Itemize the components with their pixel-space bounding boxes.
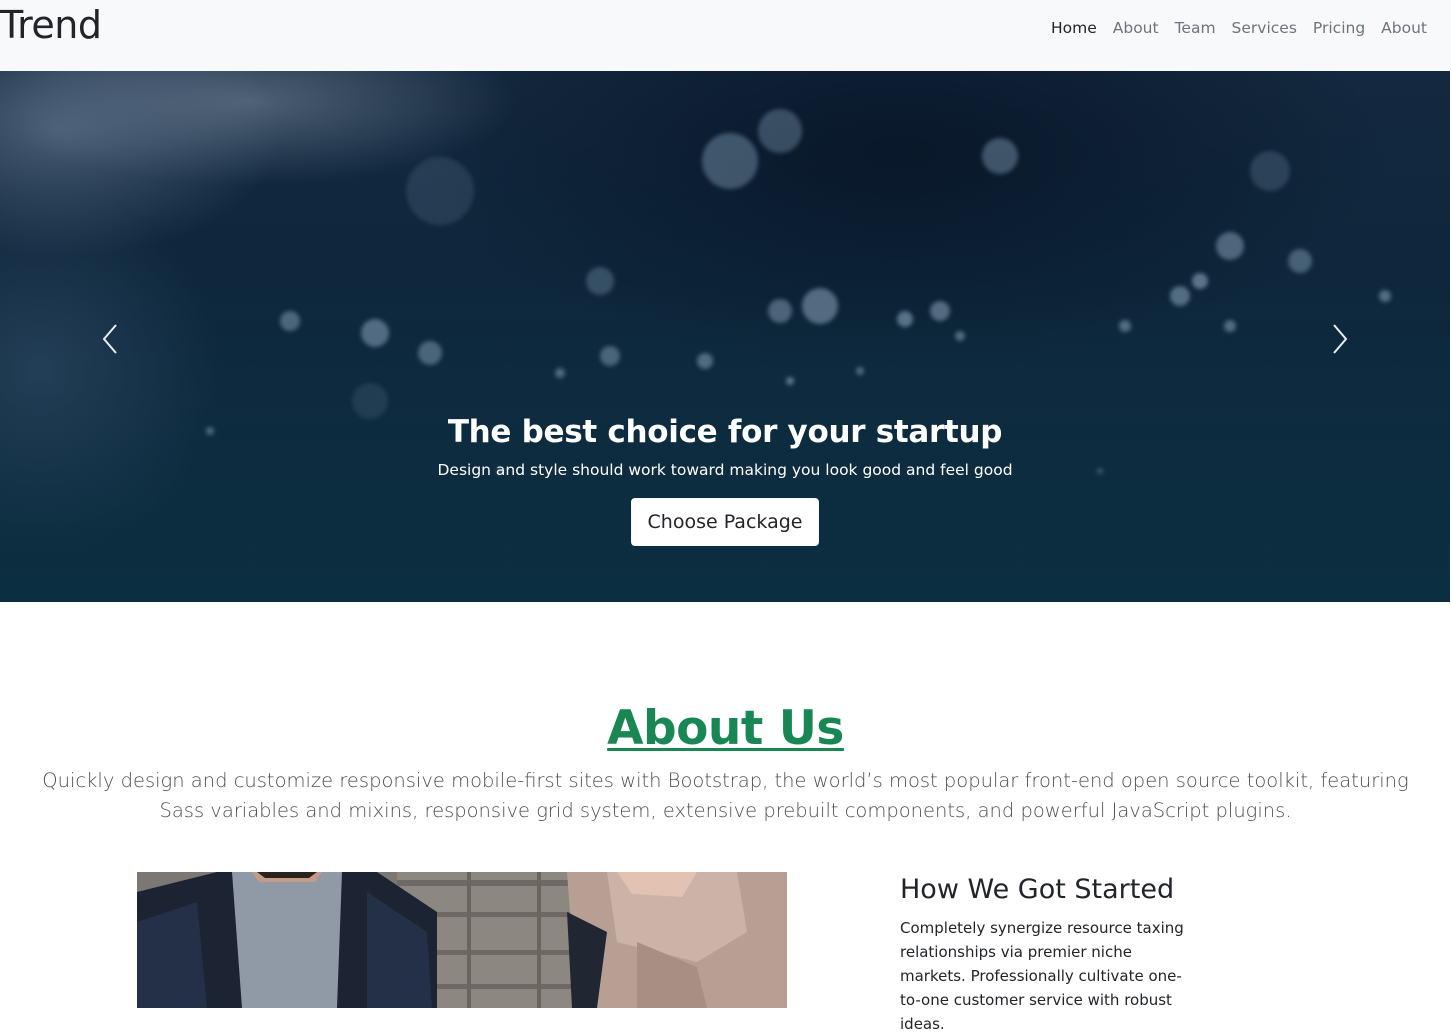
carousel-caption: The best choice for your startup Design …	[0, 411, 1450, 546]
team-photo-illustration	[137, 872, 787, 1008]
main-nav: Home About Team Services Pricing About	[1043, 16, 1435, 40]
navbar: Trend Home About Team Services Pricing A…	[0, 0, 1451, 71]
chevron-left-icon	[102, 324, 117, 354]
nav-link-about[interactable]: About	[1105, 16, 1167, 40]
story-title: How We Got Started	[900, 874, 1175, 905]
nav-link-team[interactable]: Team	[1167, 16, 1224, 40]
hero-carousel: The best choice for your startup Design …	[0, 71, 1450, 602]
team-photo	[137, 872, 787, 1008]
story-block: How We Got Started Completely synergize …	[900, 872, 1200, 1036]
choose-package-button[interactable]: Choose Package	[630, 498, 820, 546]
carousel-next-button[interactable]	[1310, 309, 1370, 369]
about-section-title-wrap: About Us	[0, 700, 1451, 758]
nav-link-pricing[interactable]: Pricing	[1305, 16, 1373, 40]
hero-title: The best choice for your startup	[447, 414, 1003, 450]
about-section-title: About Us	[607, 701, 844, 756]
carousel-prev-button[interactable]	[80, 309, 140, 369]
nav-link-services[interactable]: Services	[1224, 16, 1305, 40]
nav-link-about-2[interactable]: About	[1373, 16, 1435, 40]
hero-subtitle: Design and style should work toward maki…	[437, 461, 1013, 479]
about-lead-text: Quickly design and customize responsive …	[42, 769, 1409, 822]
nav-link-home[interactable]: Home	[1043, 16, 1105, 40]
chevron-right-icon	[1333, 324, 1348, 354]
brand-logo[interactable]: Trend	[0, 2, 102, 48]
story-text: Completely synergize resource taxing rel…	[900, 919, 1184, 1033]
